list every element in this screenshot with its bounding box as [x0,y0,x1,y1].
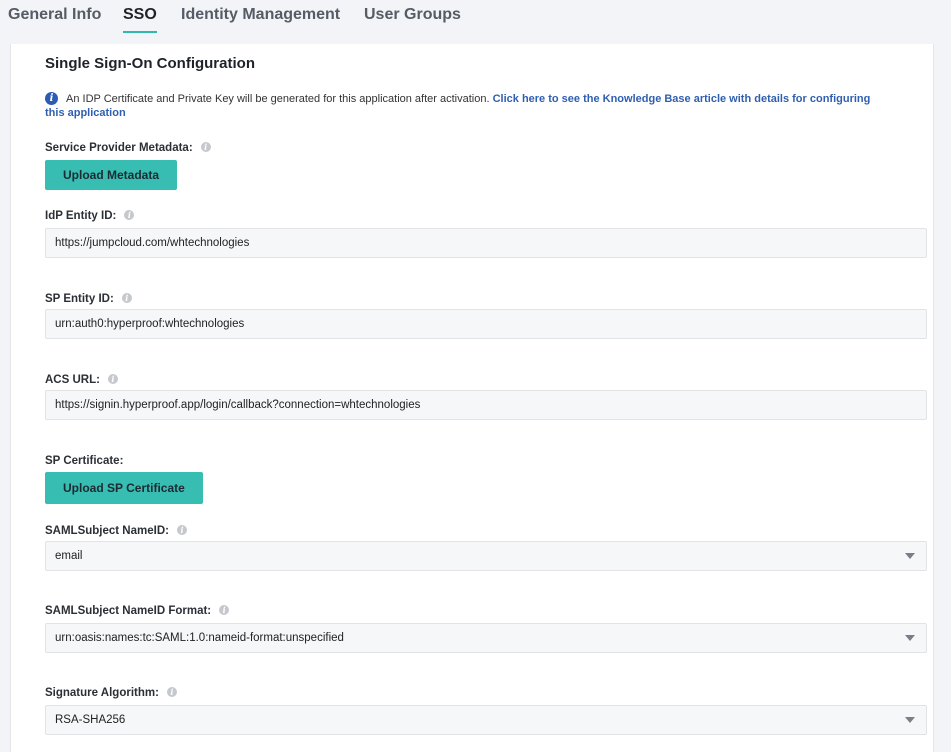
help-icon[interactable]: i [121,293,132,303]
tab-bar: General Info SSO Identity Management Use… [0,0,951,44]
acs-url-label-text: ACS URL: [45,374,100,386]
help-icon[interactable]: i [166,687,177,697]
sp-metadata-label-text: Service Provider Metadata: [45,142,193,154]
section-title: Single Sign-On Configuration [45,55,255,72]
sp-entity-id-label: SP Entity ID: i [45,293,132,305]
saml-subject-nameid-format-label-text: SAMLSubject NameID Format: [45,605,212,617]
sp-entity-id-label-text: SP Entity ID: [45,293,114,305]
saml-subject-nameid-select[interactable]: email [45,541,927,571]
idp-entity-id-label: IdP Entity ID: i [45,210,135,222]
info-text: An IDP Certificate and Private Key will … [66,93,490,105]
tab-user-groups[interactable]: User Groups [364,6,461,24]
chevron-down-icon [905,635,915,641]
saml-subject-nameid-format-label: SAMLSubject NameID Format: i [45,605,230,617]
acs-url-input[interactable] [45,390,927,420]
sp-certificate-label: SP Certificate: [45,455,124,467]
saml-subject-nameid-label-text: SAMLSubject NameID: [45,525,169,537]
help-icon[interactable]: i [200,142,211,152]
upload-metadata-button[interactable]: Upload Metadata [45,160,178,190]
signature-algorithm-value: RSA-SHA256 [55,714,126,726]
upload-sp-certificate-button[interactable]: Upload SP Certificate [45,472,203,504]
sso-config-panel: Single Sign-On Configuration i An IDP Ce… [10,44,934,752]
signature-algorithm-label: Signature Algorithm: i [45,687,177,699]
tab-identity-management[interactable]: Identity Management [181,6,340,24]
saml-subject-nameid-label: SAMLSubject NameID: i [45,525,187,537]
signature-algorithm-label-text: Signature Algorithm: [45,687,159,699]
acs-url-label: ACS URL: i [45,374,118,386]
sp-entity-id-input[interactable] [45,309,927,339]
chevron-down-icon [905,717,915,723]
knowledge-base-link[interactable]: Click here to see the Knowledge Base art… [493,93,871,105]
saml-subject-nameid-format-value: urn:oasis:names:tc:SAML:1.0:nameid-forma… [55,632,344,644]
help-icon[interactable]: i [107,374,118,384]
help-icon[interactable]: i [176,525,187,535]
idp-entity-id-input[interactable] [45,228,927,258]
saml-subject-nameid-format-select[interactable]: urn:oasis:names:tc:SAML:1.0:nameid-forma… [45,623,927,653]
knowledge-base-link-continued[interactable]: this application [45,106,126,120]
info-message: An IDP Certificate and Private Key will … [45,92,916,119]
signature-algorithm-select[interactable]: RSA-SHA256 [45,705,927,735]
help-icon[interactable]: i [219,605,230,615]
saml-subject-nameid-value: email [55,550,83,562]
help-icon[interactable]: i [124,210,135,220]
tab-sso[interactable]: SSO [123,6,157,33]
idp-entity-id-label-text: IdP Entity ID: [45,210,117,222]
sp-metadata-label: Service Provider Metadata: i [45,142,211,154]
tab-general-info[interactable]: General Info [8,6,101,24]
info-icon: i [45,92,58,105]
chevron-down-icon [905,553,915,559]
